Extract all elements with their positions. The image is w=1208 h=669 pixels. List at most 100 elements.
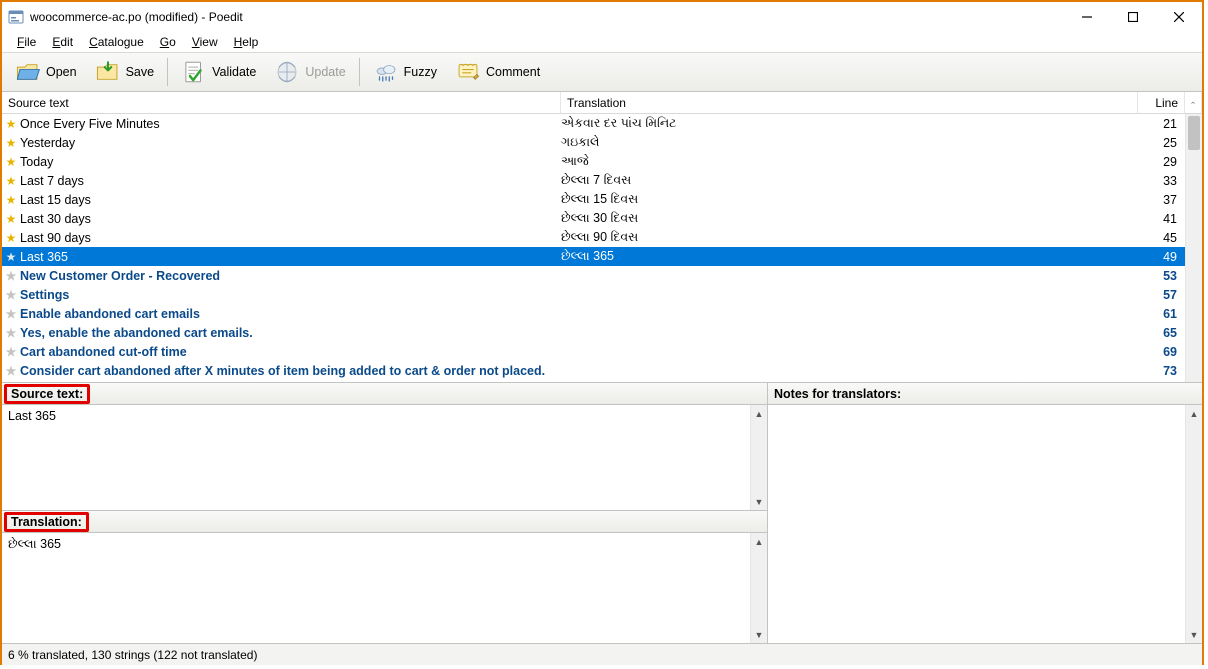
notes-scrollbar[interactable]: ▲ ▼	[1185, 405, 1202, 643]
app-icon	[8, 9, 24, 25]
grid-header: Source text Translation Line	[2, 92, 1202, 114]
menu-help[interactable]: Help	[227, 33, 266, 51]
notes-value	[768, 405, 1185, 643]
scroll-down-icon[interactable]: ▼	[751, 626, 767, 643]
table-row[interactable]: ★Consider cart abandoned after X minutes…	[2, 361, 1185, 380]
row-source-text: Last 30 days	[20, 212, 561, 226]
comment-button[interactable]: Comment	[446, 55, 549, 89]
star-icon: ★	[2, 174, 20, 188]
notes-panel-header: Notes for translators:	[768, 383, 1202, 405]
source-text-label: Source text:	[4, 384, 90, 404]
translation-grid[interactable]: ★Once Every Five Minutesએકવાર દર પાંચ મિ…	[2, 114, 1185, 382]
table-row[interactable]: ★Last 90 daysછેલ્લા 90 દિવસ45	[2, 228, 1185, 247]
star-icon: ★	[2, 269, 20, 283]
row-line-number: 41	[1138, 212, 1185, 226]
menu-edit[interactable]: Edit	[45, 33, 80, 51]
row-source-text: Settings	[20, 288, 561, 302]
row-translation-text: છેલ્લા 15 દિવસ	[561, 192, 1138, 207]
status-text: 6 % translated, 130 strings (122 not tra…	[8, 648, 257, 662]
table-row[interactable]: ★Last 7 daysછેલ્લા 7 દિવસ33	[2, 171, 1185, 190]
menu-catalogue[interactable]: Catalogue	[82, 33, 151, 51]
table-row[interactable]: ★Once Every Five Minutesએકવાર દર પાંચ મિ…	[2, 114, 1185, 133]
translation-label: Translation:	[4, 512, 89, 532]
star-icon: ★	[2, 288, 20, 302]
row-source-text: Last 7 days	[20, 174, 561, 188]
menu-file[interactable]: File	[10, 33, 43, 51]
open-label: Open	[46, 65, 77, 79]
grid-scrollbar[interactable]	[1185, 114, 1202, 382]
source-text-scrollbar[interactable]: ▲ ▼	[750, 405, 767, 510]
star-icon: ★	[2, 117, 20, 131]
statusbar: 6 % translated, 130 strings (122 not tra…	[2, 643, 1202, 665]
row-source-text: Last 365	[20, 250, 561, 264]
toolbar-separator	[359, 58, 360, 86]
update-label: Update	[305, 65, 345, 79]
row-source-text: Last 15 days	[20, 193, 561, 207]
table-row[interactable]: ★Last 15 daysછેલ્લા 15 દિવસ37	[2, 190, 1185, 209]
star-icon: ★	[2, 231, 20, 245]
scroll-up-icon[interactable]: ▲	[1186, 405, 1202, 422]
table-row[interactable]: ★Enable abandoned cart emails61	[2, 304, 1185, 323]
menubar: File Edit Catalogue Go View Help	[2, 32, 1202, 52]
menu-view[interactable]: View	[185, 33, 225, 51]
comment-icon	[455, 59, 481, 85]
minimize-button[interactable]	[1064, 2, 1110, 32]
translation-input[interactable]	[2, 533, 750, 643]
row-source-text: Once Every Five Minutes	[20, 117, 561, 131]
save-button[interactable]: Save	[86, 55, 164, 89]
toolbar-separator	[167, 58, 168, 86]
star-icon: ★	[2, 193, 20, 207]
close-button[interactable]	[1156, 2, 1202, 32]
validate-icon	[181, 59, 207, 85]
row-source-text: Enable abandoned cart emails	[20, 307, 561, 321]
table-row[interactable]: ★Cart abandoned cut-off time69	[2, 342, 1185, 361]
table-row[interactable]: ★Last 30 daysછેલ્લા 30 દિવસ41	[2, 209, 1185, 228]
titlebar: woocommerce-ac.po (modified) - Poedit	[2, 2, 1202, 32]
scroll-down-icon[interactable]: ▼	[751, 493, 767, 510]
scrollbar-thumb[interactable]	[1188, 116, 1200, 150]
column-translation[interactable]: Translation	[561, 92, 1138, 113]
row-translation-text: છેલ્લા 30 દિવસ	[561, 211, 1138, 226]
star-icon: ★	[2, 307, 20, 321]
row-line-number: 49	[1138, 250, 1185, 264]
window-title: woocommerce-ac.po (modified) - Poedit	[30, 10, 1064, 24]
column-source[interactable]: Source text	[2, 92, 561, 113]
update-icon	[274, 59, 300, 85]
toolbar: Open Save Validate Update	[2, 52, 1202, 92]
row-translation-text: છેલ્લા 365	[561, 249, 1138, 264]
row-translation-text: છેલ્લા 90 દિવસ	[561, 230, 1138, 245]
row-line-number: 53	[1138, 269, 1185, 283]
star-icon: ★	[2, 364, 20, 378]
column-line[interactable]: Line	[1138, 92, 1185, 113]
scroll-up-icon[interactable]: ▲	[751, 533, 767, 550]
star-icon: ★	[2, 326, 20, 340]
row-source-text: Last 90 days	[20, 231, 561, 245]
table-row[interactable]: ★Yesterdayગઇકાલે25	[2, 133, 1185, 152]
table-row[interactable]: ★Settings57	[2, 285, 1185, 304]
row-line-number: 37	[1138, 193, 1185, 207]
star-icon: ★	[2, 212, 20, 226]
row-source-text: Today	[20, 155, 561, 169]
row-line-number: 21	[1138, 117, 1185, 131]
update-button[interactable]: Update	[265, 55, 354, 89]
row-source-text: Cart abandoned cut-off time	[20, 345, 561, 359]
fuzzy-label: Fuzzy	[404, 65, 437, 79]
table-row[interactable]: ★Yes, enable the abandoned cart emails.6…	[2, 323, 1185, 342]
table-row[interactable]: ★Last 365છેલ્લા 36549	[2, 247, 1185, 266]
scroll-down-icon[interactable]: ▼	[1186, 626, 1202, 643]
translation-scrollbar[interactable]: ▲ ▼	[750, 533, 767, 643]
row-translation-text: આજે	[561, 154, 1138, 169]
menu-go[interactable]: Go	[153, 33, 183, 51]
row-translation-text: ગઇકાલે	[561, 135, 1138, 150]
row-line-number: 69	[1138, 345, 1185, 359]
maximize-button[interactable]	[1110, 2, 1156, 32]
source-text-value: Last 365	[2, 405, 750, 510]
scroll-up-icon[interactable]: ▲	[751, 405, 767, 422]
table-row[interactable]: ★New Customer Order - Recovered53	[2, 266, 1185, 285]
open-button[interactable]: Open	[6, 55, 86, 89]
validate-button[interactable]: Validate	[172, 55, 265, 89]
table-row[interactable]: ★Todayઆજે29	[2, 152, 1185, 171]
fuzzy-button[interactable]: Fuzzy	[364, 55, 446, 89]
column-scroll-spacer	[1185, 92, 1202, 113]
star-icon: ★	[2, 155, 20, 169]
